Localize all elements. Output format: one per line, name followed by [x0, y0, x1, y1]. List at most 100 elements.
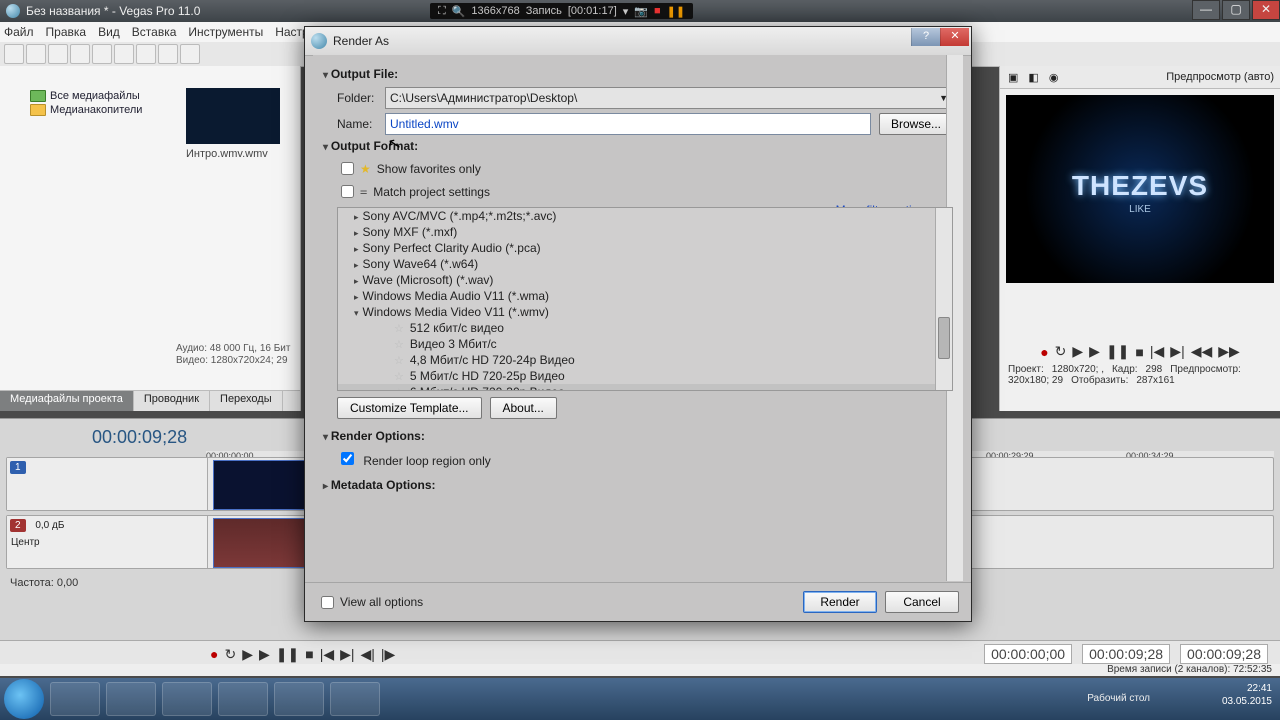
section-output-file[interactable]: Output File: [323, 67, 953, 81]
scrollbar-thumb[interactable] [938, 317, 950, 359]
section-metadata-options[interactable]: Metadata Options: [323, 478, 953, 492]
preset-item[interactable]: ☆5 Мбит/с HD 720-25p Видео [338, 368, 952, 384]
taskbar-app[interactable] [106, 682, 156, 716]
toolbar-button[interactable] [136, 44, 156, 64]
preview-prev-button[interactable]: |◀ [1150, 343, 1164, 360]
pause-button[interactable]: ❚❚ [276, 646, 299, 663]
toolbar-button[interactable] [92, 44, 112, 64]
stop-button[interactable]: ■ [305, 646, 313, 662]
toolbar-button[interactable] [70, 44, 90, 64]
toolbar-button[interactable] [114, 44, 134, 64]
taskbar-app[interactable] [274, 682, 324, 716]
browse-button[interactable]: Browse... [879, 113, 953, 135]
preview-toolbar-icon[interactable]: ◧ [1028, 71, 1038, 84]
minimize-button[interactable]: — [1192, 0, 1220, 20]
customize-template-button[interactable]: Customize Template... [337, 397, 482, 419]
menu-edit[interactable]: Правка [46, 25, 87, 39]
menu-tools[interactable]: Инструменты [188, 25, 263, 39]
maximize-button[interactable]: ▢ [1222, 0, 1250, 20]
dialog-close-button[interactable]: ✕ [940, 28, 969, 46]
loop-button[interactable]: ↻ [224, 646, 236, 663]
video-track-header[interactable]: 1 [7, 458, 208, 510]
time-start[interactable]: 00:00:00;00 [984, 644, 1072, 664]
section-output-format[interactable]: Output Format: [323, 139, 953, 153]
format-item[interactable]: Wave (Microsoft) (*.wav) [338, 272, 952, 288]
format-scrollbar[interactable] [935, 208, 952, 390]
preview-pause-button[interactable]: ❚❚ [1106, 343, 1129, 360]
taskbar-app[interactable] [218, 682, 268, 716]
recorder-status-time: [00:01:17] [568, 5, 617, 17]
menu-insert[interactable]: Вставка [132, 25, 177, 39]
audio-track-header[interactable]: 2 0,0 дБ Центр [7, 516, 208, 568]
view-all-checkbox[interactable] [321, 596, 334, 609]
name-input[interactable] [385, 113, 871, 135]
tree-all-media[interactable]: Все медиафайлы [50, 90, 140, 102]
recorder-pause-icon[interactable]: ❚❚ [667, 5, 685, 18]
preview-toolbar-icon[interactable]: ▣ [1008, 71, 1018, 84]
dialog-help-button[interactable]: ? [911, 28, 940, 46]
tab-explorer[interactable]: Проводник [134, 391, 210, 411]
preview-stop-button[interactable]: ■ [1135, 344, 1143, 360]
format-list[interactable]: Sony AVC/MVC (*.mp4;*.m2ts;*.avc) Sony M… [337, 207, 953, 391]
preview-next-button[interactable]: ▶| [1170, 343, 1184, 360]
format-item[interactable]: Sony MXF (*.mxf) [338, 224, 952, 240]
record-button[interactable]: ● [210, 646, 218, 662]
render-loop-label: Render loop region only [363, 454, 490, 468]
preview-skip-fwd-button[interactable]: ▶▶ [1218, 343, 1240, 360]
preview-toolbar-icon[interactable]: ◉ [1049, 71, 1059, 84]
taskbar-app[interactable] [50, 682, 100, 716]
step-fwd-button[interactable]: |▶ [381, 646, 395, 663]
preset-item[interactable]: ☆512 кбит/с видео [338, 320, 952, 336]
video-clip[interactable] [213, 460, 305, 510]
menu-view[interactable]: Вид [98, 25, 120, 39]
toolbar-button[interactable] [180, 44, 200, 64]
format-item[interactable]: Sony Wave64 (*.w64) [338, 256, 952, 272]
time-end[interactable]: 00:00:09;28 [1082, 644, 1170, 664]
recorder-stop-icon[interactable]: ■ [654, 5, 661, 17]
play-from-start-button[interactable]: ▶ [259, 646, 270, 663]
preset-item[interactable]: ☆Видео 3 Мбит/с [338, 336, 952, 352]
menu-file[interactable]: Файл [4, 25, 34, 39]
format-item[interactable]: Sony AVC/MVC (*.mp4;*.m2ts;*.avc) [338, 208, 952, 224]
preview-play-button[interactable]: ▶ [1072, 343, 1083, 360]
toolbar-button[interactable] [48, 44, 68, 64]
tab-project-media[interactable]: Медиафайлы проекта [0, 391, 134, 411]
render-loop-checkbox[interactable] [341, 452, 354, 465]
dialog-title-bar[interactable]: Render As ? ✕ [305, 27, 971, 56]
audio-clip[interactable] [213, 518, 305, 568]
preset-item[interactable]: ☆4,8 Мбит/с HD 720-24p Видео [338, 352, 952, 368]
tab-transitions[interactable]: Переходы [210, 391, 283, 411]
tree-media-drives[interactable]: Медианакопители [50, 104, 142, 116]
section-render-options[interactable]: Render Options: [323, 429, 953, 443]
format-item[interactable]: Windows Media Audio V11 (*.wma) [338, 288, 952, 304]
cancel-button[interactable]: Cancel [885, 591, 959, 613]
about-button[interactable]: About... [490, 397, 557, 419]
play-button[interactable]: ▶ [242, 646, 253, 663]
format-item[interactable]: Sony Perfect Clarity Audio (*.pca) [338, 240, 952, 256]
toolbar-button[interactable] [26, 44, 46, 64]
start-button[interactable] [4, 679, 44, 719]
tray-desktop-label[interactable]: Рабочий стол [1087, 693, 1150, 705]
toolbar-button[interactable] [4, 44, 24, 64]
preview-skip-back-button[interactable]: ◀◀ [1191, 343, 1213, 360]
go-start-button[interactable]: |◀ [320, 646, 334, 663]
media-thumbnail[interactable] [186, 88, 280, 144]
step-back-button[interactable]: ◀| [361, 646, 375, 663]
folder-combo[interactable]: C:\Users\Администратор\Desktop\ ▼ [385, 87, 953, 109]
show-favorites-checkbox[interactable] [341, 162, 354, 175]
preview-quality-dropdown[interactable]: Предпросмотр (авто) [1166, 71, 1274, 83]
match-project-checkbox[interactable] [341, 185, 354, 198]
preview-loop-button[interactable]: ↻ [1055, 343, 1067, 360]
system-tray[interactable]: 22:41 03.05.2015 [1222, 682, 1272, 708]
format-item-wmv[interactable]: Windows Media Video V11 (*.wmv) [338, 304, 952, 320]
taskbar-app[interactable] [162, 682, 212, 716]
taskbar-app[interactable] [330, 682, 380, 716]
time-length[interactable]: 00:00:09;28 [1180, 644, 1268, 664]
render-button[interactable]: Render [803, 591, 877, 613]
go-end-button[interactable]: ▶| [340, 646, 354, 663]
close-button[interactable]: ✕ [1252, 0, 1280, 20]
toolbar-button[interactable] [158, 44, 178, 64]
preview-play-from-start-button[interactable]: ▶ [1089, 343, 1100, 360]
preset-item-selected[interactable]: ☆6 Мбит/с HD 720-30p Видео [338, 384, 952, 391]
preview-record-button[interactable]: ● [1040, 344, 1048, 360]
